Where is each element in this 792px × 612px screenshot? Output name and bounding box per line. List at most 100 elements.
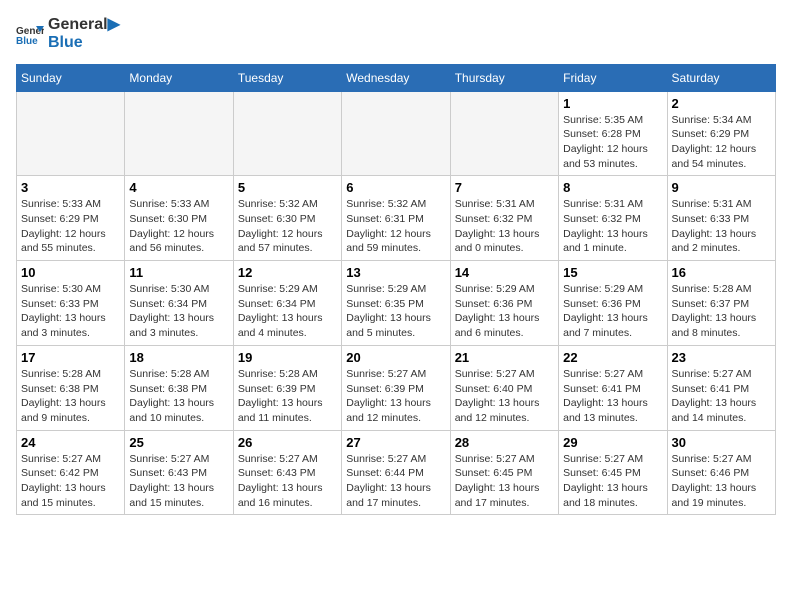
day-info: Sunrise: 5:29 AMSunset: 6:36 PMDaylight:…: [563, 282, 662, 341]
page-header: General Blue General▶ Blue: [16, 16, 776, 52]
day-number: 9: [672, 180, 771, 195]
day-number: 30: [672, 435, 771, 450]
day-info: Sunrise: 5:32 AMSunset: 6:30 PMDaylight:…: [238, 197, 337, 256]
day-number: 26: [238, 435, 337, 450]
day-info: Sunrise: 5:27 AMSunset: 6:42 PMDaylight:…: [21, 452, 120, 511]
calendar-cell: [125, 91, 233, 176]
weekday-header-friday: Friday: [559, 64, 667, 91]
day-number: 7: [455, 180, 554, 195]
logo-wordmark: General▶ Blue: [48, 16, 120, 52]
calendar-cell: 6Sunrise: 5:32 AMSunset: 6:31 PMDaylight…: [342, 176, 450, 261]
day-info: Sunrise: 5:27 AMSunset: 6:45 PMDaylight:…: [563, 452, 662, 511]
weekday-header-saturday: Saturday: [667, 64, 775, 91]
day-number: 23: [672, 350, 771, 365]
day-number: 4: [129, 180, 228, 195]
calendar-cell: 11 Sunrise: 5:30 AMSunset: 6:34 PMDayligh…: [125, 261, 233, 346]
weekday-header-sunday: Sunday: [17, 64, 125, 91]
day-info: Sunrise: 5:28 AMSunset: 6:38 PMDaylight:…: [129, 367, 228, 426]
day-number: 21: [455, 350, 554, 365]
day-info: Sunrise: 5:28 AMSunset: 6:37 PMDaylight:…: [672, 282, 771, 341]
calendar-cell: 26 Sunrise: 5:27 AMSunset: 6:43 PMDayligh…: [233, 430, 341, 515]
calendar-cell: 3 Sunrise: 5:33 AMSunset: 6:29 PMDaylight…: [17, 176, 125, 261]
day-info: Sunrise: 5:28 AMSunset: 6:38 PMDaylight:…: [21, 367, 120, 426]
calendar-cell: 17Sunrise: 5:28 AMSunset: 6:38 PMDayligh…: [17, 345, 125, 430]
logo-icon: General Blue: [16, 20, 44, 48]
calendar-cell: 10 Sunrise: 5:30 AMSunset: 6:33 PMDayligh…: [17, 261, 125, 346]
day-info: Sunrise: 5:30 AMSunset: 6:34 PMDaylight:…: [129, 282, 228, 341]
day-info: Sunrise: 5:27 AMSunset: 6:45 PMDaylight:…: [455, 452, 554, 511]
logo-general: General: [48, 16, 108, 33]
calendar-cell: 25 Sunrise: 5:27 AMSunset: 6:43 PMDayligh…: [125, 430, 233, 515]
calendar-cell: 5 Sunrise: 5:32 AMSunset: 6:30 PMDaylight…: [233, 176, 341, 261]
day-number: 8: [563, 180, 662, 195]
calendar-cell: 22 Sunrise: 5:27 AMSunset: 6:41 PMDayligh…: [559, 345, 667, 430]
calendar-cell: 4 Sunrise: 5:33 AMSunset: 6:30 PMDaylight…: [125, 176, 233, 261]
calendar-week-row: 17Sunrise: 5:28 AMSunset: 6:38 PMDayligh…: [17, 345, 776, 430]
day-info: Sunrise: 5:27 AMSunset: 6:41 PMDaylight:…: [672, 367, 771, 426]
day-info: Sunrise: 5:33 AMSunset: 6:30 PMDaylight:…: [129, 197, 228, 256]
calendar-cell: [17, 91, 125, 176]
day-info: Sunrise: 5:27 AMSunset: 6:43 PMDaylight:…: [129, 452, 228, 511]
logo: General Blue General▶ Blue: [16, 16, 120, 52]
day-info: Sunrise: 5:33 AMSunset: 6:29 PMDaylight:…: [21, 197, 120, 256]
day-number: 27: [346, 435, 445, 450]
day-number: 22: [563, 350, 662, 365]
calendar-cell: [450, 91, 558, 176]
day-number: 3: [21, 180, 120, 195]
day-number: 10: [21, 265, 120, 280]
day-info: Sunrise: 5:27 AMSunset: 6:44 PMDaylight:…: [346, 452, 445, 511]
logo-blue-triangle: ▶: [108, 16, 120, 33]
calendar-cell: 24 Sunrise: 5:27 AMSunset: 6:42 PMDayligh…: [17, 430, 125, 515]
calendar-cell: 30 Sunrise: 5:27 AMSunset: 6:46 PMDayligh…: [667, 430, 775, 515]
calendar-cell: 19Sunrise: 5:28 AMSunset: 6:39 PMDayligh…: [233, 345, 341, 430]
calendar-cell: 1 Sunrise: 5:35 AMSunset: 6:28 PMDaylight…: [559, 91, 667, 176]
day-info: Sunrise: 5:27 AMSunset: 6:41 PMDaylight:…: [563, 367, 662, 426]
calendar-cell: 13Sunrise: 5:29 AMSunset: 6:35 PMDayligh…: [342, 261, 450, 346]
calendar-table: SundayMondayTuesdayWednesdayThursdayFrid…: [16, 64, 776, 516]
calendar-cell: 15Sunrise: 5:29 AMSunset: 6:36 PMDayligh…: [559, 261, 667, 346]
logo-blue-text: Blue: [48, 34, 120, 52]
day-number: 24: [21, 435, 120, 450]
day-info: Sunrise: 5:27 AMSunset: 6:39 PMDaylight:…: [346, 367, 445, 426]
calendar-cell: [342, 91, 450, 176]
calendar-cell: 8Sunrise: 5:31 AMSunset: 6:32 PMDaylight…: [559, 176, 667, 261]
day-info: Sunrise: 5:35 AMSunset: 6:28 PMDaylight:…: [563, 113, 662, 172]
calendar-cell: 21 Sunrise: 5:27 AMSunset: 6:40 PMDayligh…: [450, 345, 558, 430]
calendar-cell: 7 Sunrise: 5:31 AMSunset: 6:32 PMDaylight…: [450, 176, 558, 261]
day-info: Sunrise: 5:31 AMSunset: 6:33 PMDaylight:…: [672, 197, 771, 256]
calendar-week-row: 24 Sunrise: 5:27 AMSunset: 6:42 PMDayligh…: [17, 430, 776, 515]
day-number: 2: [672, 96, 771, 111]
day-number: 5: [238, 180, 337, 195]
day-number: 16: [672, 265, 771, 280]
day-info: Sunrise: 5:31 AMSunset: 6:32 PMDaylight:…: [455, 197, 554, 256]
day-info: Sunrise: 5:32 AMSunset: 6:31 PMDaylight:…: [346, 197, 445, 256]
calendar-cell: 20Sunrise: 5:27 AMSunset: 6:39 PMDayligh…: [342, 345, 450, 430]
day-number: 28: [455, 435, 554, 450]
weekday-header-thursday: Thursday: [450, 64, 558, 91]
calendar-cell: 23 Sunrise: 5:27 AMSunset: 6:41 PMDayligh…: [667, 345, 775, 430]
day-info: Sunrise: 5:30 AMSunset: 6:33 PMDaylight:…: [21, 282, 120, 341]
day-number: 14: [455, 265, 554, 280]
calendar-cell: [233, 91, 341, 176]
day-number: 25: [129, 435, 228, 450]
weekday-header-wednesday: Wednesday: [342, 64, 450, 91]
day-info: Sunrise: 5:29 AMSunset: 6:35 PMDaylight:…: [346, 282, 445, 341]
day-info: Sunrise: 5:27 AMSunset: 6:46 PMDaylight:…: [672, 452, 771, 511]
day-info: Sunrise: 5:28 AMSunset: 6:39 PMDaylight:…: [238, 367, 337, 426]
day-info: Sunrise: 5:27 AMSunset: 6:40 PMDaylight:…: [455, 367, 554, 426]
weekday-header-monday: Monday: [125, 64, 233, 91]
calendar-header-row: SundayMondayTuesdayWednesdayThursdayFrid…: [17, 64, 776, 91]
calendar-week-row: 1 Sunrise: 5:35 AMSunset: 6:28 PMDaylight…: [17, 91, 776, 176]
day-number: 1: [563, 96, 662, 111]
calendar-cell: 14Sunrise: 5:29 AMSunset: 6:36 PMDayligh…: [450, 261, 558, 346]
day-number: 29: [563, 435, 662, 450]
calendar-cell: 9 Sunrise: 5:31 AMSunset: 6:33 PMDaylight…: [667, 176, 775, 261]
day-number: 11: [129, 265, 228, 280]
day-info: Sunrise: 5:27 AMSunset: 6:43 PMDaylight:…: [238, 452, 337, 511]
calendar-cell: 28 Sunrise: 5:27 AMSunset: 6:45 PMDayligh…: [450, 430, 558, 515]
calendar-week-row: 10 Sunrise: 5:30 AMSunset: 6:33 PMDayligh…: [17, 261, 776, 346]
calendar-cell: 12Sunrise: 5:29 AMSunset: 6:34 PMDayligh…: [233, 261, 341, 346]
calendar-cell: 2Sunrise: 5:34 AMSunset: 6:29 PMDaylight…: [667, 91, 775, 176]
calendar-cell: 18Sunrise: 5:28 AMSunset: 6:38 PMDayligh…: [125, 345, 233, 430]
calendar-cell: 27 Sunrise: 5:27 AMSunset: 6:44 PMDayligh…: [342, 430, 450, 515]
